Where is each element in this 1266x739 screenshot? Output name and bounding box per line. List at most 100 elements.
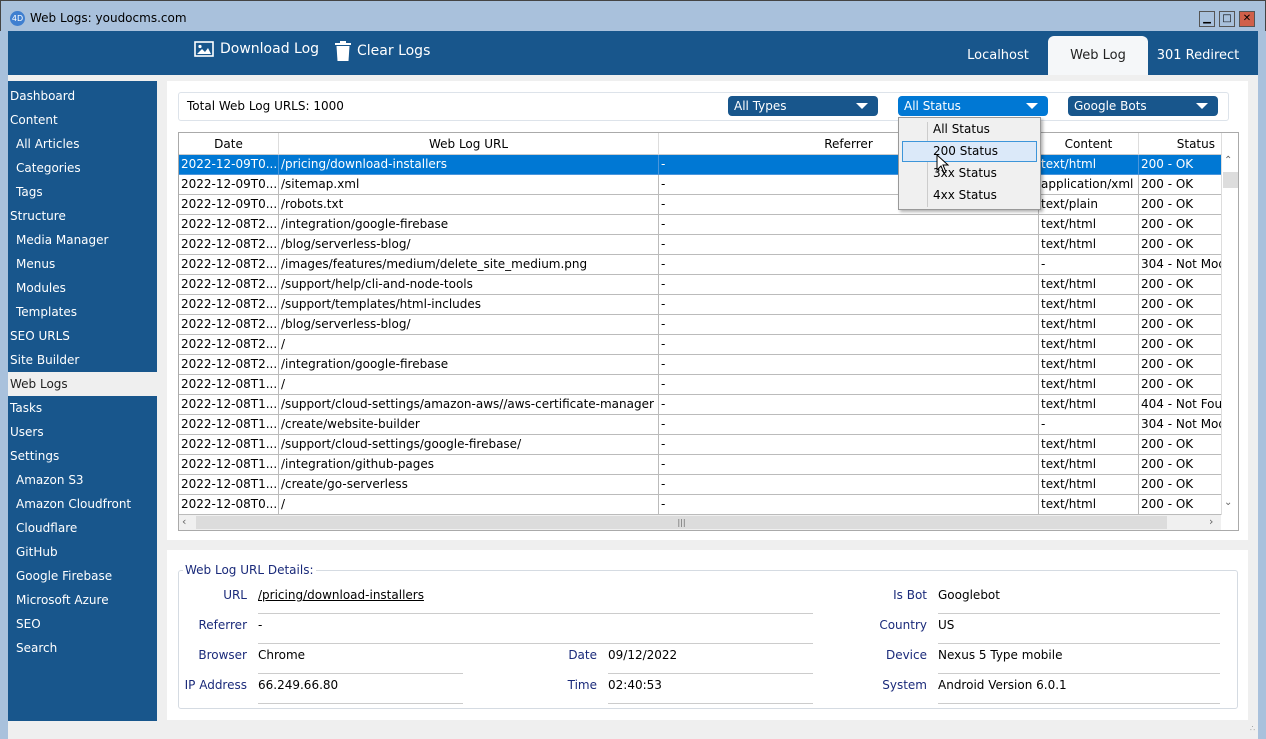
table-row[interactable]: 2022-12-08T0... / - text/html 200 - OK xyxy=(179,495,1222,515)
sidebar-item-structure[interactable]: Structure xyxy=(8,204,157,228)
table-row[interactable]: 2022-12-08T1.../support/cloud-settings/g… xyxy=(179,435,1222,455)
scrollbar-thumb[interactable] xyxy=(1223,172,1238,188)
sidebar-item-amazon-s3[interactable]: Amazon S3 xyxy=(8,468,157,492)
tab-localhost[interactable]: Localhost xyxy=(948,36,1048,75)
table-row[interactable]: 2022-12-09T0.../robots.txt - text/plain 200… xyxy=(179,195,1222,215)
table-row[interactable]: 2022-12-08T1... / - text/html 200 - OK xyxy=(179,375,1222,395)
resize-grip-icon[interactable]: ∴ xyxy=(1250,724,1258,734)
table-row[interactable]: 2022-12-08T1.../create/website-builder - -… xyxy=(179,415,1222,435)
content-cell: text/html xyxy=(1039,215,1139,235)
scroll-up-icon[interactable]: ⌃ xyxy=(1224,155,1232,166)
sidebar-item-tasks[interactable]: Tasks xyxy=(8,396,157,420)
url-cell: / xyxy=(279,335,659,355)
table-row[interactable]: 2022-12-08T2.../integration/google-fireb… xyxy=(179,355,1222,375)
table-row[interactable]: 2022-12-08T2.../images/features/medium/d… xyxy=(179,255,1222,275)
bot-filter-value: Google Bots xyxy=(1074,99,1147,113)
sidebar-item-tags[interactable]: Tags xyxy=(8,180,157,204)
device-value: Nexus 5 Type mobile xyxy=(938,648,1220,674)
type-filter-dropdown[interactable]: All Types xyxy=(728,96,878,116)
bot-filter-dropdown[interactable]: Google Bots xyxy=(1068,96,1218,116)
table-row[interactable]: 2022-12-08T2.../blog/serverless-blog/- te… xyxy=(179,235,1222,255)
ip-label: IP Address xyxy=(184,678,247,692)
column-header-date[interactable]: Date xyxy=(179,133,279,155)
url-cell: /create/website-builder xyxy=(279,415,659,435)
scroll-down-icon[interactable]: ⌄ xyxy=(1224,497,1232,508)
sidebar-item-modules[interactable]: Modules xyxy=(8,276,157,300)
download-log-button[interactable]: Download Log xyxy=(194,41,319,57)
content-cell: text/html xyxy=(1039,455,1139,475)
table-row[interactable]: 2022-12-08T2.../integration/google-fireb… xyxy=(179,215,1222,235)
table-row[interactable]: 2022-12-08T2.../support/help/cli-and-nod… xyxy=(179,275,1222,295)
table-row[interactable]: 2022-12-09T0.../sitemap.xml - application/… xyxy=(179,175,1222,195)
sidebar-item-github[interactable]: GitHub xyxy=(8,540,157,564)
tab-301-redirect[interactable]: 301 Redirect xyxy=(1148,36,1248,75)
sidebar-item-google-firebase[interactable]: Google Firebase xyxy=(8,564,157,588)
url-cell: /integration/github-pages xyxy=(279,455,659,475)
sidebar-item-site-builder[interactable]: Site Builder xyxy=(8,348,157,372)
date-cell: 2022-12-08T1... xyxy=(179,375,279,395)
close-button[interactable]: ✕ xyxy=(1239,11,1255,27)
referrer-cell: - xyxy=(659,295,1039,315)
status-filter-dropdown[interactable]: All Status xyxy=(898,96,1048,116)
referrer-cell: - xyxy=(659,255,1039,275)
tab-web-log[interactable]: Web Log xyxy=(1048,36,1148,75)
menu-item-all-status[interactable]: All Status xyxy=(902,119,1037,140)
referrer-cell: - xyxy=(659,455,1039,475)
table-row[interactable]: 2022-12-08T2.../blog/serverless-blog/- te… xyxy=(179,315,1222,335)
sidebar-item-seo[interactable]: SEO xyxy=(8,612,157,636)
table-row[interactable]: 2022-12-08T1.../create/go-serverless - tex… xyxy=(179,475,1222,495)
content-cell: - xyxy=(1039,415,1139,435)
sidebar-item-all-articles[interactable]: All Articles xyxy=(8,132,157,156)
url-cell: /sitemap.xml xyxy=(279,175,659,195)
isbot-label: Is Bot xyxy=(893,588,927,602)
scrollbar-thumb[interactable]: ||| xyxy=(196,516,1167,529)
url-cell: /create/go-serverless xyxy=(279,475,659,495)
date-cell: 2022-12-08T2... xyxy=(179,255,279,275)
sidebar-item-media-manager[interactable]: Media Manager xyxy=(8,228,157,252)
clear-logs-button[interactable]: Clear Logs xyxy=(335,41,430,61)
total-urls-label: Total Web Log URLS: 1000 xyxy=(187,99,344,113)
sidebar-item-search[interactable]: Search xyxy=(8,636,157,660)
table-row[interactable]: 2022-12-09T0.../pricing/download-install… xyxy=(179,155,1222,175)
sidebar-item-amazon-cloudfront[interactable]: Amazon Cloudfront xyxy=(8,492,157,516)
image-icon xyxy=(194,41,214,57)
sidebar-item-settings[interactable]: Settings xyxy=(8,444,157,468)
table-row[interactable]: 2022-12-08T2... / - text/html 200 - OK xyxy=(179,335,1222,355)
scroll-right-icon[interactable]: › xyxy=(1209,515,1213,528)
url-value[interactable]: /pricing/download-installers xyxy=(258,588,813,614)
sidebar-item-users[interactable]: Users xyxy=(8,420,157,444)
sidebar-item-microsoft-azure[interactable]: Microsoft Azure xyxy=(8,588,157,612)
content-cell: text/html xyxy=(1039,395,1139,415)
sidebar-item-web-logs[interactable]: Web Logs xyxy=(8,372,157,396)
sidebar-item-templates[interactable]: Templates xyxy=(8,300,157,324)
date-value: 09/12/2022 xyxy=(608,648,813,674)
scroll-left-icon[interactable]: ‹ xyxy=(182,515,186,528)
column-header-status[interactable]: Status xyxy=(1139,133,1222,155)
sidebar-item-dashboard[interactable]: Dashboard xyxy=(8,84,157,108)
maximize-button[interactable]: □ xyxy=(1219,11,1235,27)
sidebar-item-content[interactable]: Content xyxy=(8,108,157,132)
menu-item-4xx-status[interactable]: 4xx Status xyxy=(902,185,1037,206)
menu-item-200-status[interactable]: 200 Status xyxy=(902,141,1037,162)
url-cell: /integration/google-firebase xyxy=(279,215,659,235)
horizontal-scrollbar[interactable]: ‹ ||| › xyxy=(179,515,1221,530)
content-cell: text/html xyxy=(1039,435,1139,455)
url-label: URL xyxy=(223,588,247,602)
status-cell: 200 - OK xyxy=(1139,155,1222,175)
column-header-web-log-url[interactable]: Web Log URL xyxy=(279,133,659,155)
vertical-scrollbar[interactable]: ⌃ ⌄ xyxy=(1221,155,1238,515)
table-row[interactable]: 2022-12-08T1.../integration/github-pages… xyxy=(179,455,1222,475)
menu-item-3xx-status[interactable]: 3xx Status xyxy=(902,163,1037,184)
table-row[interactable]: 2022-12-08T1.../support/cloud-settings/a… xyxy=(179,395,1222,415)
url-cell: /support/help/cli-and-node-tools xyxy=(279,275,659,295)
sidebar-item-menus[interactable]: Menus xyxy=(8,252,157,276)
sidebar-item-categories[interactable]: Categories xyxy=(8,156,157,180)
date-cell: 2022-12-08T2... xyxy=(179,355,279,375)
minimize-button[interactable]: ▁ xyxy=(1199,11,1215,27)
column-header-content[interactable]: Content xyxy=(1039,133,1139,155)
content-cell: text/html xyxy=(1039,235,1139,255)
sidebar-item-seo-urls[interactable]: SEO URLS xyxy=(8,324,157,348)
url-cell: /support/cloud-settings/google-firebase/ xyxy=(279,435,659,455)
table-row[interactable]: 2022-12-08T2.../support/templates/html-i… xyxy=(179,295,1222,315)
sidebar-item-cloudflare[interactable]: Cloudflare xyxy=(8,516,157,540)
